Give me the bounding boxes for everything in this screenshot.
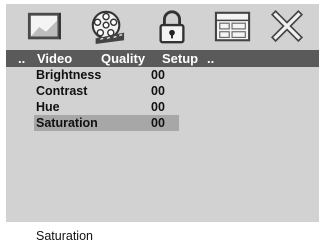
setting-value: 00 [151, 116, 165, 130]
picture-icon[interactable] [26, 9, 64, 45]
menu-prefix: .. [18, 51, 26, 66]
icon-bar [6, 4, 319, 50]
padlock-icon[interactable] [153, 9, 191, 45]
setting-value: 00 [151, 100, 165, 114]
screen-layout-icon[interactable] [214, 9, 252, 45]
setting-row-hue[interactable]: Hue 00 [34, 99, 179, 115]
setting-label: Hue [36, 100, 60, 114]
menu-item-quality[interactable]: Quality [101, 50, 145, 67]
status-text: Saturation [36, 229, 93, 243]
setting-value: 00 [151, 84, 165, 98]
close-x-icon[interactable] [268, 9, 306, 45]
osd-menu-panel: .. Video Quality Setup .. Brightness 00 … [6, 4, 319, 222]
setting-label: Saturation [36, 116, 98, 130]
setting-value: 00 [151, 68, 165, 82]
setting-label: Brightness [36, 68, 102, 82]
film-reel-icon[interactable] [88, 9, 126, 45]
setting-row-contrast[interactable]: Contrast 00 [34, 83, 179, 99]
menu-bar: .. Video Quality Setup .. [6, 50, 319, 67]
menu-item-video[interactable]: Video [37, 50, 72, 67]
setting-label: Contrast [36, 84, 88, 98]
setting-row-saturation[interactable]: Saturation 00 [34, 115, 179, 131]
menu-suffix: .. [207, 51, 215, 66]
menu-item-setup[interactable]: Setup [162, 50, 198, 67]
setting-row-brightness[interactable]: Brightness 00 [34, 67, 179, 83]
